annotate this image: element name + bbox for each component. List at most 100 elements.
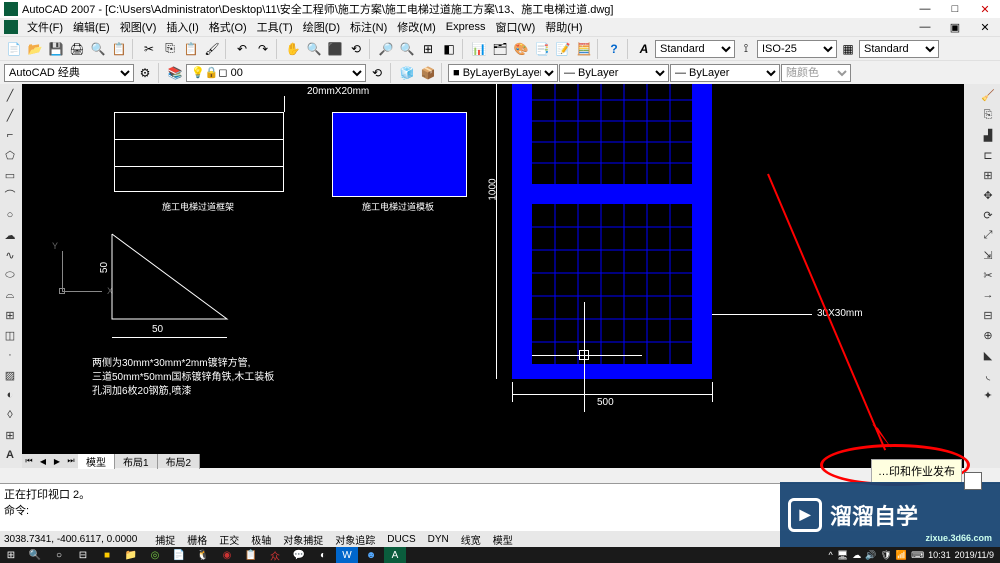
zoom-in-icon[interactable]: 🔎 [376, 39, 396, 59]
popup-close-button[interactable]: ✕ [964, 472, 982, 490]
menu-view[interactable]: 视图(V) [115, 19, 162, 35]
tab-last-icon[interactable]: ⏭ [64, 454, 78, 468]
zoom-prev-icon[interactable]: ⟲ [346, 39, 366, 59]
textstyle-select[interactable]: Standard [655, 40, 735, 58]
tablestyle-icon[interactable]: ▦ [838, 39, 858, 59]
textstyle-icon[interactable]: A [634, 39, 654, 59]
ortho-toggle[interactable]: 正交 [215, 532, 243, 547]
extend-icon[interactable]: → [978, 286, 998, 304]
redo-icon[interactable]: ↷ [253, 39, 273, 59]
zoom-all-icon[interactable]: ◧ [439, 39, 459, 59]
workspace-select[interactable]: AutoCAD 经典 [4, 64, 134, 82]
erase-icon[interactable]: 🧹 [978, 86, 998, 104]
search-icon[interactable]: 🔍 [24, 547, 46, 563]
spline-icon[interactable]: ∿ [0, 246, 20, 264]
color-select[interactable]: ■ ByLayerByLayer [448, 64, 558, 82]
menu-file[interactable]: 文件(F) [22, 19, 68, 35]
taskview-icon[interactable]: ⊟ [72, 547, 94, 563]
plot-notification[interactable]: …印和作业发布 [871, 459, 962, 483]
dimstyle-select[interactable]: ISO-25 [757, 40, 837, 58]
maximize-button[interactable]: □ [940, 0, 970, 18]
menu-modify[interactable]: 修改(M) [392, 19, 441, 35]
wechat-icon[interactable]: 💬 [288, 547, 310, 563]
dyn-toggle[interactable]: DYN [424, 534, 453, 545]
rotate-icon[interactable]: ⟳ [978, 206, 998, 224]
tablestyle-select[interactable]: Standard [859, 40, 939, 58]
revcloud-icon[interactable]: ☁ [0, 226, 20, 244]
sheetset-icon[interactable]: 📑 [532, 39, 552, 59]
tray-display-icon[interactable]: 🖥 [837, 550, 848, 561]
app5-icon[interactable]: 📋 [240, 547, 262, 563]
tab-layout2[interactable]: 布局2 [158, 454, 201, 469]
publish-icon[interactable]: 📋 [109, 39, 129, 59]
snap-toggle[interactable]: 捕捉 [151, 532, 179, 547]
explode-icon[interactable]: ✦ [978, 386, 998, 404]
new-icon[interactable]: 📄 [4, 39, 24, 59]
menu-help[interactable]: 帮助(H) [540, 19, 587, 35]
tray-sound-icon[interactable]: 🔊 [865, 550, 876, 561]
menu-tools[interactable]: 工具(T) [252, 19, 298, 35]
lineweight-select[interactable]: — ByLayer [670, 64, 780, 82]
ducs-toggle[interactable]: DUCS [383, 534, 419, 545]
layer-props-icon[interactable]: 📚 [165, 63, 185, 83]
pan-icon[interactable]: ✋ [283, 39, 303, 59]
menu-dim[interactable]: 标注(N) [345, 19, 392, 35]
otrack-toggle[interactable]: 对象追踪 [331, 532, 379, 547]
doc-close-button[interactable]: ✕ [970, 18, 1000, 36]
polygon-icon[interactable]: ⬠ [0, 146, 20, 164]
tray-date[interactable]: 2019/11/9 [955, 550, 994, 560]
dimstyle-icon[interactable]: ⟟ [736, 39, 756, 59]
gradient-icon[interactable]: ◐ [0, 386, 20, 404]
osnap-toggle[interactable]: 对象捕捉 [279, 532, 327, 547]
menu-draw[interactable]: 绘图(D) [298, 19, 345, 35]
tab-layout1[interactable]: 布局1 [115, 454, 158, 469]
mirror-icon[interactable]: ▟ [978, 126, 998, 144]
insert-icon[interactable]: 📦 [418, 63, 438, 83]
save-icon[interactable]: 💾 [46, 39, 66, 59]
app7-icon[interactable]: ◐ [312, 547, 334, 563]
zoom-window-icon[interactable]: ⬛ [325, 39, 345, 59]
table-icon[interactable]: ⊞ [0, 426, 20, 444]
mtext-icon[interactable]: A [0, 446, 20, 464]
tray-ime-icon[interactable]: ⌨ [911, 550, 924, 561]
app2-icon[interactable]: ◎ [144, 547, 166, 563]
grid-toggle[interactable]: 栅格 [183, 532, 211, 547]
makeblock-icon[interactable]: ◫ [0, 326, 20, 344]
help-icon[interactable]: ? [604, 39, 624, 59]
wps-icon[interactable]: W [336, 547, 358, 563]
polar-toggle[interactable]: 极轴 [247, 532, 275, 547]
layer-select[interactable]: 💡🔒◻ 00 [186, 64, 366, 82]
menu-insert[interactable]: 插入(I) [161, 19, 203, 35]
chamfer-icon[interactable]: ◣ [978, 346, 998, 364]
cut-icon[interactable]: ✂ [139, 39, 159, 59]
ellipsearc-icon[interactable]: ⌓ [0, 286, 20, 304]
toolpalette-icon[interactable]: 🎨 [511, 39, 531, 59]
qq-icon[interactable]: 🐧 [192, 547, 214, 563]
join-icon[interactable]: ⊕ [978, 326, 998, 344]
xline-icon[interactable]: ╱ [0, 106, 20, 124]
zoom-ext-icon[interactable]: ⊞ [418, 39, 438, 59]
close-button[interactable]: ✕ [970, 0, 1000, 18]
array-icon[interactable]: ⊞ [978, 166, 998, 184]
drawing-canvas[interactable]: 20mmX20mm 施工电梯过道框架 施工电梯过道模板 Y X 50 50 两侧… [22, 84, 964, 468]
region-icon[interactable]: ◊ [0, 406, 20, 424]
insertblk-icon[interactable]: ⊞ [0, 306, 20, 324]
app6-icon[interactable]: 众 [264, 547, 286, 563]
tray-cloud-icon[interactable]: ☁ [852, 550, 861, 561]
arc-icon[interactable]: ⌒ [0, 186, 20, 204]
app4-icon[interactable]: ◉ [216, 547, 238, 563]
break-icon[interactable]: ⊟ [978, 306, 998, 324]
scale-icon[interactable]: ⤢ [978, 226, 998, 244]
circle-icon[interactable]: ○ [0, 206, 20, 224]
workspace-settings-icon[interactable]: ⚙ [135, 63, 155, 83]
system-tray[interactable]: ^ 🖥 ☁ 🔊 🛡 📶 ⌨ 10:31 2019/11/9 [829, 550, 1000, 561]
move-icon[interactable]: ✥ [978, 186, 998, 204]
app3-icon[interactable]: 📄 [168, 547, 190, 563]
tab-next-icon[interactable]: ▶ [50, 454, 64, 468]
doc-maximize-button[interactable]: ▣ [940, 18, 970, 36]
menu-edit[interactable]: 编辑(E) [68, 19, 115, 35]
preview-icon[interactable]: 🔍 [88, 39, 108, 59]
plotstyle-select[interactable]: 随颜色 [781, 64, 851, 82]
model-toggle[interactable]: 模型 [489, 532, 517, 547]
vertical-scrollbar[interactable] [964, 84, 978, 468]
